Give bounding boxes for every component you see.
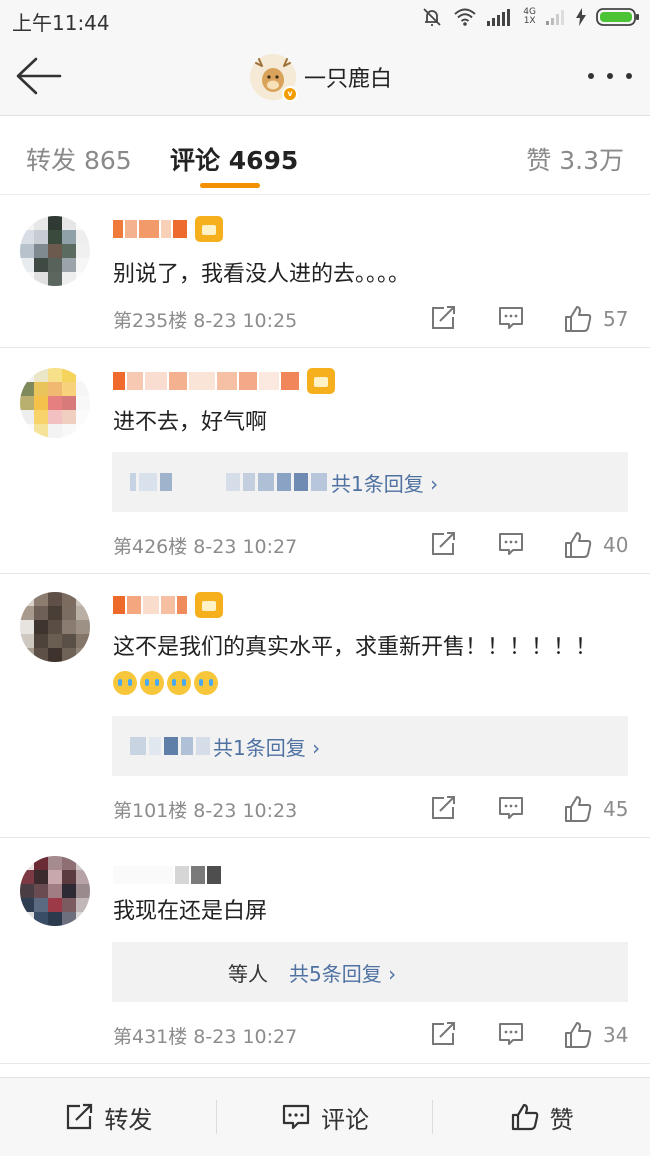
floor-and-time: 第235楼 8-23 10:25 [113,310,298,332]
tab-likes[interactable]: 赞 3.3万 [526,141,624,177]
commenter-avatar[interactable] [20,856,90,926]
floor-and-time: 第101楼 8-23 10:23 [113,800,298,822]
crying-emoji-icon [113,671,137,695]
view-replies-link[interactable]: 共1条回复 › [213,732,320,761]
bottom-action-bar: 转发 评论 赞 [0,1077,650,1156]
thumbs-up-icon [565,1022,592,1048]
like-count: 57 [603,307,629,331]
comment-icon [282,1104,310,1130]
reply-preview[interactable]: 共1条回复 › [112,716,628,776]
like-count: 34 [603,1023,629,1047]
blurred-reply-names [130,736,210,756]
repost-icon [67,1103,93,1130]
thumbs-up-icon [565,306,592,332]
bottom-comment-button[interactable]: 评论 [217,1078,434,1156]
author-name[interactable]: 一只鹿白 [304,61,392,93]
bottom-like-label: 赞 [549,1105,574,1134]
comment-text: 进不去，好气啊 [113,410,268,435]
signal-weak-icon [546,10,564,25]
status-icons: 4G 1X [421,6,640,28]
comment-item: 进不去，好气啊 共1条回复 › 第426楼 8-23 10:27 40 [0,348,650,574]
comment-item: 别说了，我看没人进的去。。。。 第235楼 8-23 10:25 57 [0,196,650,348]
back-button[interactable] [14,56,66,96]
repost-action-icon[interactable] [429,1020,457,1048]
thumbs-up-icon [565,532,592,558]
crying-emoji-icon [167,671,191,695]
blurred-username[interactable] [113,216,223,242]
member-badge-icon [307,368,335,394]
member-badge-icon [195,592,223,618]
blurred-username[interactable] [113,862,221,888]
thumbs-up-icon [565,796,592,822]
battery-icon [596,8,639,26]
more-dots-icon [588,73,594,79]
reply-preview-text: 等人 [228,962,268,986]
crying-emoji-icon [194,671,218,695]
commenter-avatar[interactable] [20,592,90,662]
thumbs-up-icon [511,1103,539,1131]
reply-action-icon[interactable] [497,794,525,822]
commenter-avatar[interactable] [20,216,90,286]
like-count: 45 [603,797,629,821]
active-tab-indicator [200,183,260,188]
signal-icon [487,9,511,26]
bottom-comment-label: 评论 [321,1105,369,1134]
view-replies-link[interactable]: 共1条回复 › [331,468,438,497]
like-count: 40 [603,533,629,557]
comment-text: 别说了，我看没人进的去。。。。 [113,262,411,287]
like-action[interactable]: 34 [563,1020,628,1050]
blurred-username[interactable] [113,592,223,618]
comment-meta-row: 第235楼 8-23 10:25 57 [113,304,633,334]
commenter-avatar[interactable] [20,368,90,438]
verified-badge: v [282,86,298,102]
comment-meta-row: 第426楼 8-23 10:27 40 [113,530,633,560]
bottom-repost-button[interactable]: 转发 [0,1078,217,1156]
status-bar: 上午11:44 4G 1X [0,0,650,38]
repost-action-icon[interactable] [429,304,457,332]
mute-bell-icon [423,8,441,26]
comment-item: 我现在还是白屏 等人 共5条回复 › 第431楼 8-23 10:27 34 [0,838,650,1064]
bottom-repost-label: 转发 [104,1105,153,1134]
comment-meta-row: 第101楼 8-23 10:23 45 [113,794,633,824]
floor-and-time: 第426楼 8-23 10:27 [113,536,298,558]
network-type-label: 4G 1X [523,7,536,26]
blurred-avatar-image [20,368,90,438]
reply-action-icon[interactable] [497,1020,525,1048]
back-arrow-icon [16,57,62,95]
crying-emoji-icon [140,671,164,695]
comment-meta-row: 第431楼 8-23 10:27 34 [113,1020,633,1050]
blurred-reply-names [130,962,226,982]
tab-comments[interactable]: 评论 4695 [170,141,298,177]
comment-text: 这不是我们的真实水平，求重新开售！！！！！！ [113,629,613,703]
like-action[interactable]: 40 [563,530,628,560]
reply-action-icon[interactable] [497,304,525,332]
author-avatar[interactable]: v [250,54,298,102]
repost-action-icon[interactable] [429,794,457,822]
blurred-avatar-image [20,216,90,286]
blurred-username[interactable] [113,368,335,394]
charging-icon [576,8,586,26]
tab-reposts[interactable]: 转发 865 [26,141,132,177]
member-badge-icon [195,216,223,242]
floor-and-time: 第431楼 8-23 10:27 [113,1026,298,1048]
more-button[interactable] [588,68,632,84]
comment-text: 我现在还是白屏 [113,899,268,924]
reply-action-icon[interactable] [497,530,525,558]
like-action[interactable]: 57 [563,304,628,334]
blurred-avatar-image [20,592,90,662]
comment-item: 这不是我们的真实水平，求重新开售！！！！！！ 共1条回复 › 第101楼 8-2… [0,574,650,838]
repost-action-icon[interactable] [429,530,457,558]
status-time: 上午11:44 [12,11,110,35]
post-tabs: 转发 865 评论 4695 赞 3.3万 [0,117,650,195]
view-replies-link[interactable]: 共5条回复 › [289,958,396,987]
wifi-icon [454,8,476,26]
reply-preview[interactable]: 共1条回复 › [112,452,628,512]
like-action[interactable]: 45 [563,794,628,824]
blurred-avatar-image [20,856,90,926]
top-navigation-bar: v 一只鹿白 [0,38,650,116]
author-profile-link[interactable]: v 一只鹿白 [250,54,392,102]
blurred-reply-names [130,472,327,492]
bottom-like-button[interactable]: 赞 [433,1078,650,1156]
reply-preview[interactable]: 等人 共5条回复 › [112,942,628,1002]
